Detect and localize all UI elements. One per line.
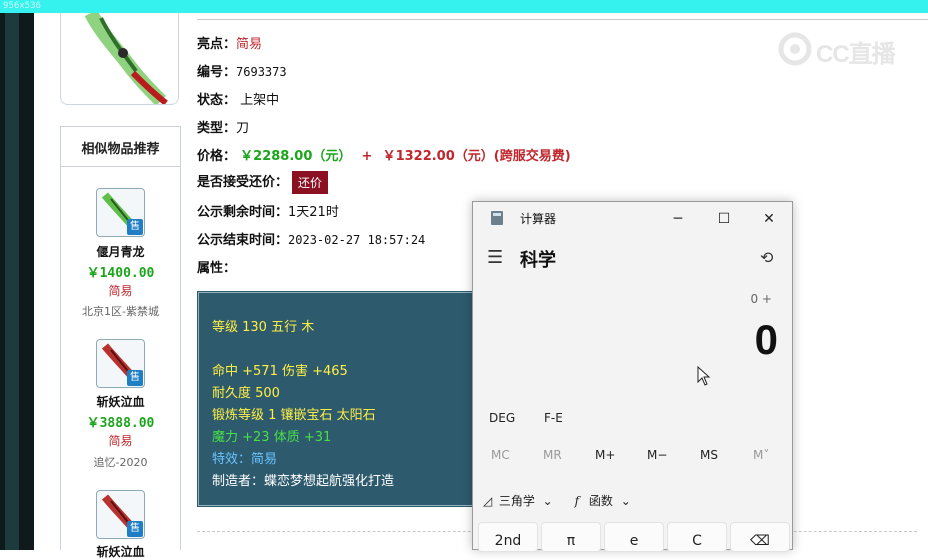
fe-button[interactable]: F-E [544,411,563,425]
attr-maker: 制造者：蝶恋梦想起航强化打造 [212,474,395,489]
sale-badge: 售 [127,370,143,386]
price-row: 价格： ￥2288.00（元） + ￥1322.00（元）(跨服交易费) [197,149,571,164]
deg-button[interactable]: DEG [489,411,515,425]
item-image [60,13,179,105]
chevron-down-icon: ⌄ [542,494,553,508]
end-time-value: 2023-02-27 18:57:24 [288,233,426,247]
rec-item-tag: 简易 [108,284,133,298]
calculator-mode-title: 科学 [520,250,556,271]
attr-effect: 特效：简易 [212,452,278,467]
sale-badge: 售 [127,521,143,537]
rec-item-name[interactable]: 斩妖泣血 [61,393,180,410]
rec-item-server: 追忆-2020 [93,456,148,469]
rec-item-icon-2[interactable]: 售 [96,339,145,388]
memory-add-button[interactable]: M+ [595,448,615,462]
fee-value: ￥1322.00（元）(跨服交易费) [382,149,571,164]
pi-key[interactable]: π [541,522,601,552]
maximize-icon[interactable]: ☐ [709,208,739,230]
memory-store-button[interactable]: MS [700,448,718,462]
function-row: ◿ 三角学 ⌄ f 函数 ⌄ [483,492,631,509]
e-key[interactable]: e [604,522,664,552]
offer-row: 是否接受还价： 还价 [197,171,329,194]
mouse-cursor-icon [697,366,711,386]
remaining-value: 1天21时 [288,205,339,220]
left-dark-strip [0,13,34,550]
calculator-window: 计算器 ─ ☐ ✕ ☰ 科学 ⟲ 0 + 0 DEG F-E MC MR M+ … [472,201,793,552]
id-value: 7693373 [236,65,287,79]
function-icon: f [574,494,580,508]
similar-items-title: 相似物品推荐 [61,127,180,167]
rec-item-price: ￥1400.00 [86,266,155,281]
calculator-title: 计算器 [520,212,557,226]
close-icon[interactable]: ✕ [754,208,784,230]
screen-top-bar: 956x536 [0,0,928,13]
rec-item-tag: 简易 [108,434,133,448]
status-row: 状态： 上架中 [197,93,280,108]
highlight-value: 简易 [236,37,263,52]
type-row: 类型：刀 [197,121,250,136]
keypad: 2nd π e C ⌫ [478,522,790,552]
divider [197,19,928,20]
history-icon[interactable]: ⟲ [760,248,773,267]
backspace-key[interactable]: ⌫ [730,522,790,552]
highlight-row: 亮点：简易 [197,37,263,52]
end-time-row: 公示结束时间：2023-02-27 18:57:24 [197,233,426,248]
rec-item-name[interactable]: 偃月青龙 [61,243,180,260]
attributes-row: 属性： [197,261,237,276]
price-value: ￥2288.00（元） [240,149,352,164]
memory-recall-button[interactable]: MR [543,448,562,462]
rec-item-price: ￥3888.00 [86,416,155,431]
calculator-expression: 0 + [750,292,772,306]
status-value: 上架中 [240,93,280,108]
clear-key[interactable]: C [667,522,727,552]
calculator-titlebar[interactable]: 计算器 ─ ☐ ✕ [473,202,792,234]
rec-item-server: 北京1区-紫禁城 [82,305,159,318]
chevron-down-icon: ⌄ [620,494,631,508]
minimize-icon[interactable]: ─ [663,208,693,230]
memory-subtract-button[interactable]: M− [647,448,667,462]
attr-magic: 魔力 +23 体质 +31 [212,430,332,445]
rec-item-name[interactable]: 斩妖泣血 [61,543,180,560]
attr-level: 等级 130 五行 木 [212,320,315,335]
attr-hit-damage: 命中 +571 伤害 +465 [212,364,348,379]
second-function-key[interactable]: 2nd [478,522,538,552]
memory-list-button[interactable]: M˅ [753,448,769,462]
attributes-box: 等级 130 五行 木 命中 +571 伤害 +465 耐久度 500 锻炼等级… [197,291,489,507]
screen-size-label: 956x536 [3,1,41,11]
sale-badge: 售 [127,219,143,235]
calculator-app-icon [491,211,503,225]
function-dropdown[interactable]: 函数 [589,494,613,508]
remaining-row: 公示剩余时间：1天21时 [197,205,339,220]
similar-items-panel: 相似物品推荐 售 偃月青龙 ￥1400.00 简易 北京1区-紫禁城 售 斩妖泣… [60,126,181,559]
trig-dropdown[interactable]: 三角学 [499,494,535,508]
watermark-logo: CC直播 [776,30,901,70]
type-value: 刀 [236,121,250,136]
rec-item-icon-1[interactable]: 售 [96,188,145,237]
attr-forge: 锻炼等级 1 镶嵌宝石 太阳石 [212,408,376,423]
hamburger-menu-icon[interactable]: ☰ [487,247,503,268]
counter-offer-button[interactable]: 还价 [292,171,329,194]
attr-durability: 耐久度 500 [212,386,280,401]
triangle-icon: ◿ [483,494,493,508]
rec-item-icon-3[interactable]: 售 [96,490,145,539]
memory-clear-button[interactable]: MC [491,448,510,462]
calculator-display: 0 [754,316,778,363]
id-row: 编号：7693373 [197,65,287,80]
